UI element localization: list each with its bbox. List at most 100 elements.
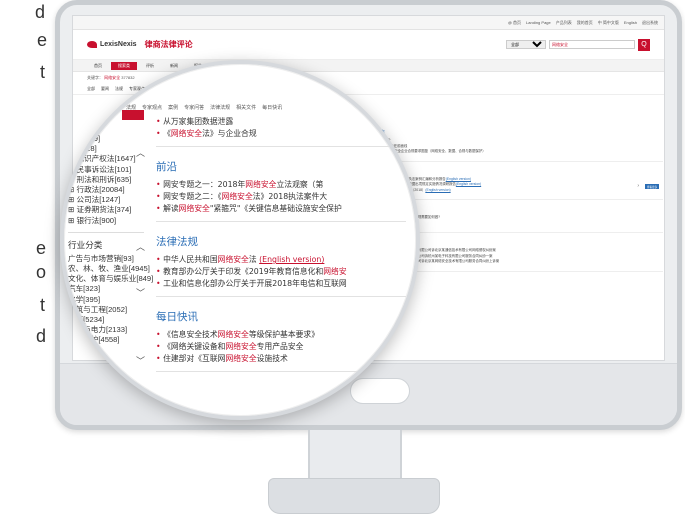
chevron-up-icon[interactable]: ︿ [136, 240, 145, 253]
view-more-button[interactable]: 查看更多 [645, 184, 659, 189]
article-text: 从万家集团数据泄露 [163, 117, 234, 126]
magnified-main-column: 从万家集团数据泄露《网络安全法》与企业合规前沿网安专题之一：2018年网络安全立… [156, 108, 416, 372]
category-item[interactable]: 法[1728] [68, 144, 160, 154]
category-item[interactable]: ⊞ 民事诉讼法[101] [68, 165, 160, 175]
search-bar: 全部 Q [506, 38, 650, 51]
industry-heading: 行业分类 [68, 239, 103, 250]
result-line[interactable]: • 新时期网络安全企业合规要求图鉴（网络安全、数据、合规与数据保护） [375, 149, 663, 155]
chevron-down-icon[interactable]: ﹀ [136, 286, 145, 299]
section-divider [156, 371, 406, 372]
keyword-highlight: 网络安全 [170, 129, 203, 138]
category-item[interactable]: ⊞ 刑法和刑诉[635] [68, 175, 160, 185]
result-line[interactable]: • 中国数据保护年度报告（2018）(English version) [375, 188, 663, 194]
topbar-link-logout[interactable]: 退出系统 [642, 20, 658, 26]
magnified-tab[interactable]: 全部 [94, 104, 104, 116]
article-text: 网安专题之二：《 [163, 192, 222, 201]
keyword-highlight: 网络安全 [225, 342, 257, 351]
side-letter: o [36, 262, 47, 282]
article-item[interactable]: 网安专题之一：2018年网络安全立法观察（第 [156, 179, 416, 191]
search-scope-select[interactable]: 全部 [506, 40, 546, 49]
article-text: 工业和信息化部办公厅关于开展2018年电信和互联网 [163, 279, 347, 288]
article-item[interactable]: 《信息安全技术网络安全等级保护基本要求》 [156, 329, 416, 341]
side-letter: e [36, 238, 47, 258]
side-letter: t [40, 62, 46, 82]
section-title: 法律法规 [156, 236, 198, 248]
category-item[interactable]: ⊞ 行政法[20084] [68, 185, 160, 195]
english-version-link[interactable]: (English version) [446, 177, 471, 181]
logo-text: LexisNexis [100, 41, 137, 48]
topbar-link-landing[interactable]: Landing Page [526, 20, 551, 25]
article-text: 《网络关键设备和 [163, 342, 226, 351]
industry-item[interactable]: 汽车[323] [68, 284, 160, 294]
search-button[interactable]: Q [638, 38, 650, 51]
article-text: 法》与企业合规 [202, 129, 257, 138]
article-item[interactable]: 教育部办公厅关于印发《2019年教育信息化和网络安 [156, 266, 416, 278]
article-item[interactable]: 网安专题之二：《网络安全法》2018执法案件大 [156, 191, 416, 203]
industry-item[interactable]: 广告与市场营销[93] [68, 254, 160, 264]
article-text: "紧箍咒"《关键信息基础设施安全保护 [209, 204, 342, 213]
category-item[interactable]: 家法[349] [68, 134, 160, 144]
site-title: 律商法律评论 [144, 40, 193, 49]
keyword-highlight: 网络安 [323, 267, 347, 276]
keyword-highlight: 网络安全 [217, 330, 249, 339]
article-item[interactable]: 住建部对《互联网网络安全设施技术 [156, 353, 416, 365]
article-text: 法 [248, 255, 260, 264]
side-letter: d [36, 326, 47, 346]
lexisnexis-mark-icon [87, 41, 97, 48]
topbar-link-home[interactable]: @ 首页 [508, 20, 521, 26]
category-divider [68, 231, 144, 233]
result-block-title[interactable]: 聚焦 [375, 129, 663, 136]
result-block: 聚焦• 网安行业• GDPR，走在前面线• 新时期网络安全企业合规要求图鉴（网络… [359, 123, 663, 162]
monitor-stand-base [268, 478, 440, 514]
result-block-title[interactable]: 报告 [375, 168, 663, 175]
industry-item[interactable]: 能源与电力[2133] [68, 325, 160, 335]
industry-item[interactable]: 文化、体育与娱乐业[849] [68, 274, 160, 284]
magnified-tab[interactable]: 法规 [126, 104, 136, 116]
side-letter: e [37, 30, 48, 50]
industry-item[interactable]: 建筑与工程[2052] [68, 305, 160, 315]
section-divider [156, 221, 406, 222]
keyword-highlight: 网络安全 [217, 255, 249, 264]
industry-item[interactable]: 环境保护[4558] [68, 335, 160, 345]
english-version-link[interactable]: (English version) [425, 188, 450, 192]
chevron-right-icon[interactable]: › [637, 183, 639, 189]
article-item[interactable]: 从万家集团数据泄露 [156, 116, 416, 128]
topbar-link-products[interactable]: 产品列表 [556, 20, 572, 26]
article-text: 教育部办公厅关于印发《2019年教育信息化和 [163, 267, 324, 276]
chevron-down-icon[interactable]: ﹀ [136, 354, 145, 367]
chevron-up-icon[interactable]: ︿ [136, 146, 145, 159]
topbar-link-chinese[interactable]: 中 简中文版 [598, 20, 619, 26]
article-item[interactable]: 中华人民共和国网络安全法 (English version) [156, 254, 416, 266]
search-input[interactable] [549, 40, 635, 49]
topbar-link-english[interactable]: English [624, 20, 637, 25]
article-text: 设施技术 [256, 354, 288, 363]
category-item[interactable]: ⊞ 银行法[900] [68, 216, 160, 226]
magnified-content: 全部 要闻 法规 专家观点 案例 专家问答 法律法规 相关文件 每日快讯 家法[349] 法[17… [64, 64, 416, 416]
lexisnexis-logo[interactable]: LexisNexis [87, 41, 137, 48]
result-block: 报告• 2018《网络安全法》执法案例汇编和分析报告(English versi… [359, 162, 663, 200]
article-item[interactable]: 《网络安全法》与企业合规 [156, 128, 416, 140]
category-sidebar: 家法[349] 法[1728] ⊞ 知识产权法[1647] ⊞ 民事诉讼法[101] ⊞… [68, 134, 160, 346]
english-version-link[interactable]: (English version) [259, 255, 324, 264]
result-block-title[interactable]: 专家问答 [375, 206, 663, 213]
keyword-highlight: 网络安全 [225, 354, 257, 363]
magnified-tab[interactable]: 要闻 [110, 104, 120, 116]
category-item[interactable]: ⊞ 知识产权法[1647] [68, 154, 160, 164]
article-item[interactable]: 解读网络安全"紧箍咒"《关键信息基础设施安全保护 [156, 203, 416, 215]
section-divider [156, 296, 406, 297]
english-version-link[interactable]: (English version) [456, 182, 481, 186]
article-text: 网安专题之一：2018年 [163, 180, 246, 189]
site-header: LexisNexis 律商法律评论 全部 Q [73, 30, 664, 60]
keyword-highlight: 网络安全 [178, 204, 210, 213]
top-utility-bar: @ 首页 Landing Page 产品列表 我的首页 中 简中文版 Engli… [73, 16, 664, 30]
industry-item[interactable]: 教育[5234] [68, 315, 160, 325]
article-item[interactable]: 《网络关键设备和网络安全专用产品安全 [156, 341, 416, 353]
keyword-highlight: 网络安全 [221, 192, 253, 201]
topbar-link-my-home[interactable]: 我的首页 [577, 20, 593, 26]
category-item[interactable]: ⊞ 公司法[1247] [68, 195, 160, 205]
article-item[interactable]: 工业和信息化部办公厅关于开展2018年电信和互联网 [156, 278, 416, 290]
industry-item[interactable]: 化学[395] [68, 295, 160, 305]
industry-item[interactable]: 农、林、牧、渔业[4945] [68, 264, 160, 274]
category-item[interactable]: ⊞ 证券期货法[374] [68, 205, 160, 215]
magnifier-lens: 全部 要闻 法规 专家观点 案例 专家问答 法律法规 相关文件 每日快讯 家法[349] 法[17… [60, 60, 420, 420]
